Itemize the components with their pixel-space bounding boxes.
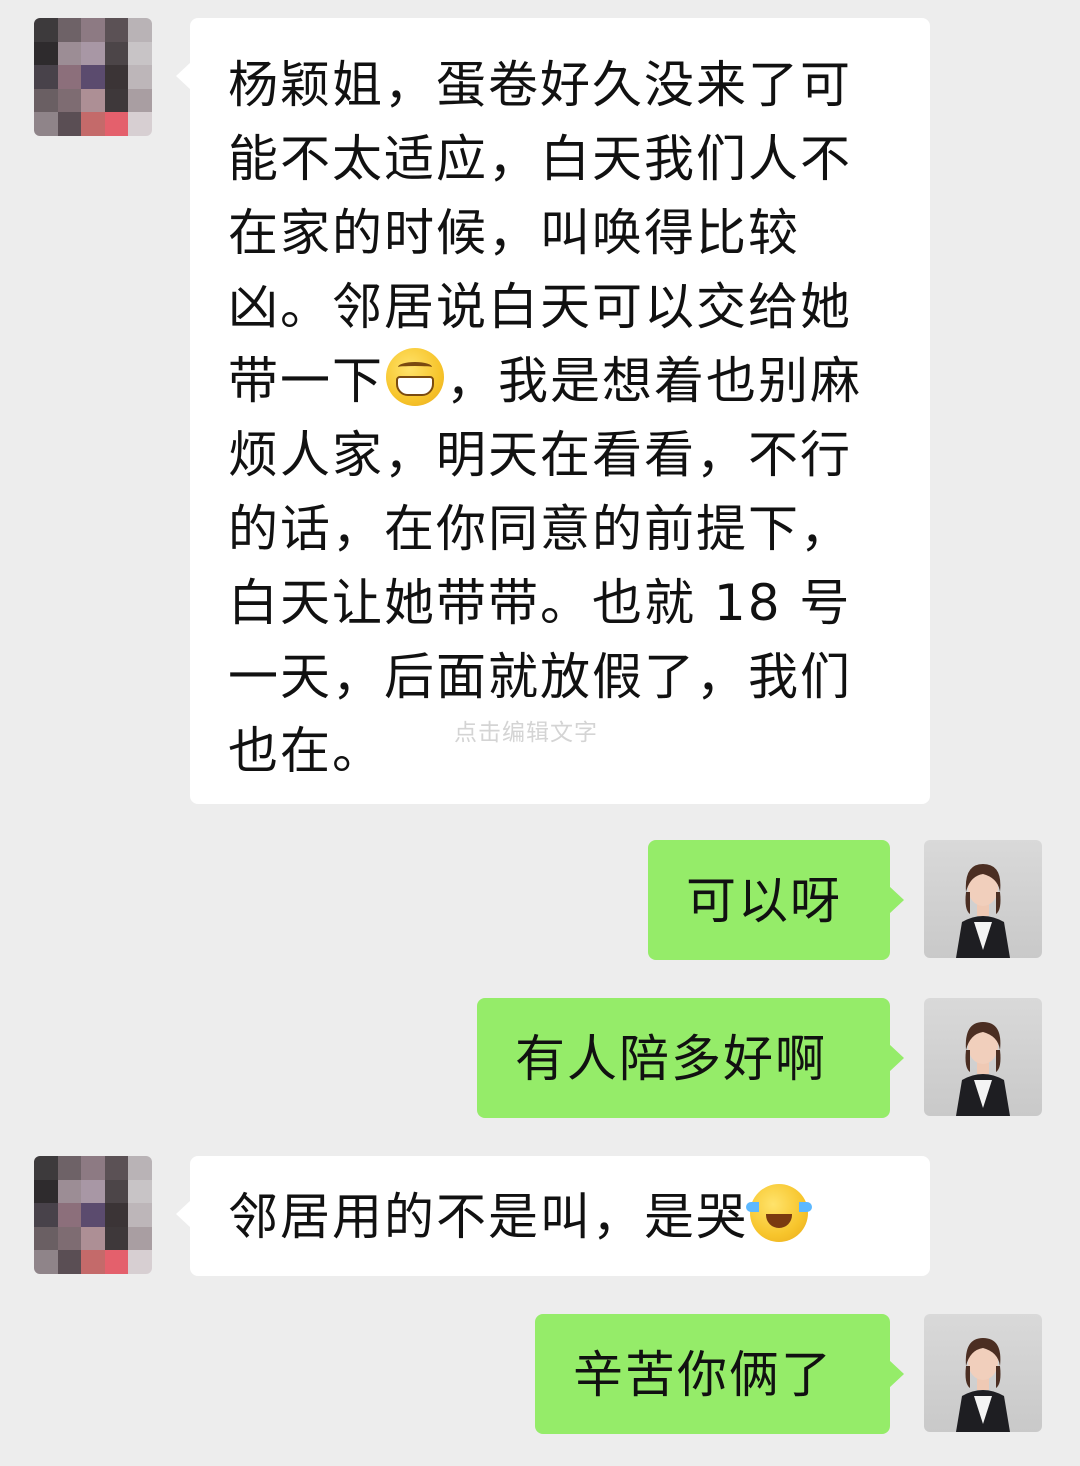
contact-avatar[interactable] <box>34 18 152 136</box>
message-text: 辛苦你俩了 <box>573 1346 833 1404</box>
message-text-line: 邻居用的不是叫，是哭 <box>228 1180 930 1254</box>
grinning-face-icon <box>386 348 444 406</box>
outgoing-message-bubble[interactable]: 有人陪多好啊 <box>477 998 904 1118</box>
profile-photo-icon <box>956 1022 1010 1116</box>
message-text-line: 凶。邻居说白天可以交给她 <box>228 278 852 336</box>
message-text: 邻居用的不是叫，是哭 <box>228 1188 748 1246</box>
message-text: 有人陪多好啊 <box>515 1030 827 1088</box>
outgoing-message-bubble[interactable]: 辛苦你俩了 <box>535 1314 904 1434</box>
profile-photo-icon <box>956 864 1010 958</box>
message-text-segment: 带一下 <box>228 352 384 410</box>
message-text-segment: ，我是想着也别麻 <box>446 352 862 410</box>
message-text-line: 白天让她带带。也就 18 号 <box>228 574 852 632</box>
contact-avatar[interactable] <box>34 1156 152 1274</box>
my-avatar[interactable] <box>924 1314 1042 1432</box>
message-text-line: 的话，在你同意的前提下， <box>228 500 852 558</box>
message-text: 可以呀 <box>686 872 842 930</box>
message-text-line: 一天，后面就放假了，我们 <box>228 648 852 706</box>
incoming-message-bubble[interactable]: 邻居用的不是叫，是哭 <box>176 1156 930 1276</box>
my-avatar[interactable] <box>924 840 1042 958</box>
message-text-line: 带一下 ，我是想着也别麻 <box>228 344 896 418</box>
profile-photo-icon <box>956 1338 1010 1432</box>
message-text-line: 能不太适应，白天我们人不 <box>228 130 852 188</box>
edit-text-watermark: 点击编辑文字 <box>454 720 598 746</box>
incoming-message-bubble[interactable]: 杨颖姐，蛋卷好久没来了可 能不太适应，白天我们人不 在家的时候，叫唤得比较 凶。… <box>176 18 930 804</box>
crying-laughing-face-icon <box>746 1184 812 1242</box>
outgoing-message-bubble[interactable]: 可以呀 <box>648 840 904 960</box>
my-avatar[interactable] <box>924 998 1042 1116</box>
message-text-line: 在家的时候，叫唤得比较 <box>228 204 800 262</box>
message-text-line: 杨颖姐，蛋卷好久没来了可 <box>228 56 852 114</box>
message-text-line: 烦人家，明天在看看，不行 <box>228 426 852 484</box>
